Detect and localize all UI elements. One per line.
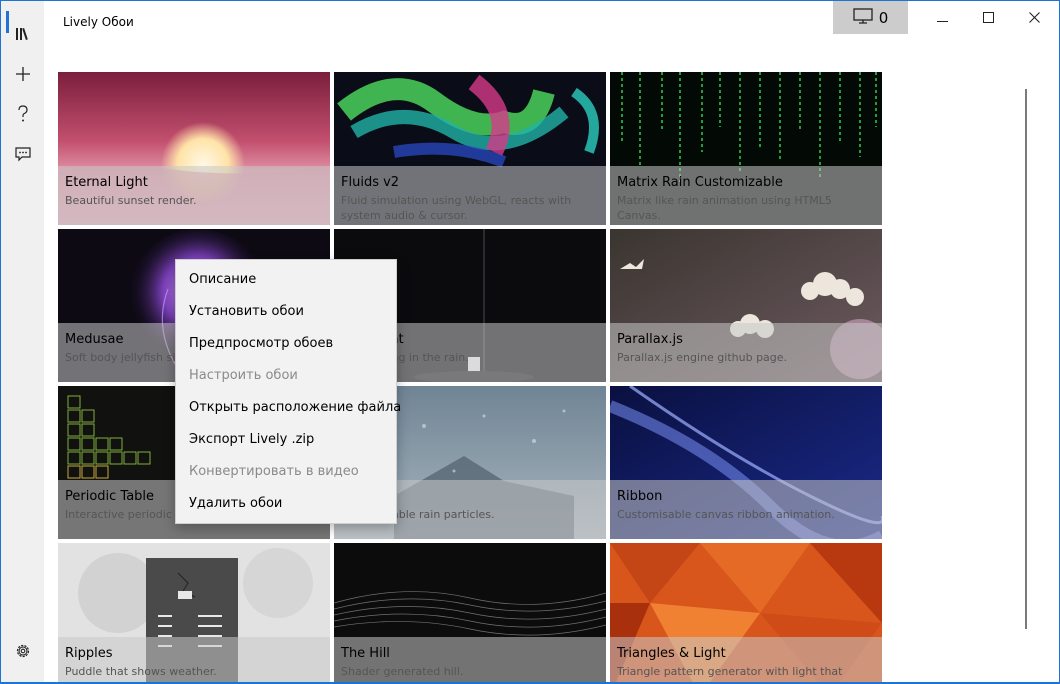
wallpaper-tile[interactable]: Triangles & Light Triangle pattern gener… [610, 543, 882, 682]
wallpaper-tile[interactable]: Fluids v2 Fluid simulation using WebGL, … [334, 72, 606, 225]
tile-title: Ripples [65, 646, 113, 661]
minimize-icon [936, 8, 948, 27]
app-window: Lively Обои 0 Eternal Light Beautiful su… [1, 1, 1059, 682]
library-icon [15, 27, 31, 41]
tile-caption: Ribbon Customisable canvas ribbon animat… [610, 480, 882, 539]
sidebar-item-add[interactable] [1, 54, 44, 94]
feedback-icon [14, 146, 31, 162]
sidebar [1, 1, 44, 682]
wallpaper-tile[interactable]: Ribbon Customisable canvas ribbon animat… [610, 386, 882, 539]
menu-item-export-zip[interactable]: Экспорт Lively .zip [176, 424, 396, 456]
tile-description: Fluid simulation using WebGL, reacts wit… [341, 194, 572, 222]
wallpaper-tile[interactable]: Parallax.js Parallax.js engine github pa… [610, 229, 882, 382]
tile-description: Beautiful sunset render. [65, 194, 197, 207]
sidebar-item-library[interactable] [1, 14, 44, 54]
tile-title: Ribbon [617, 489, 663, 504]
help-icon [17, 105, 29, 123]
tile-caption: Fluids v2 Fluid simulation using WebGL, … [334, 166, 606, 225]
sidebar-item-settings[interactable] [1, 631, 44, 671]
minimize-button[interactable] [919, 1, 965, 34]
maximize-button[interactable] [965, 1, 1011, 34]
tile-caption: The Hill Shader generated hill. [334, 637, 606, 682]
tile-description: Parallax.js engine github page. [617, 351, 788, 364]
tile-title: The Hill [341, 646, 390, 661]
close-icon [1028, 8, 1040, 27]
monitor-count: 0 [878, 8, 889, 27]
sidebar-item-feedback[interactable] [1, 134, 44, 174]
wallpaper-tile[interactable]: Matrix Rain Customizable Matrix like rai… [610, 72, 882, 225]
tile-caption: Parallax.js Parallax.js engine github pa… [610, 323, 882, 382]
menu-item-set-wallpaper[interactable]: Установить обои [176, 296, 396, 328]
maximize-icon [982, 8, 994, 27]
tile-caption: Ripples Puddle that shows weather. [58, 637, 330, 682]
menu-item-customise: Настроить обои [189, 368, 298, 383]
tile-description: Customisable canvas ribbon animation. [617, 508, 835, 521]
menu-item-convert-video: Конвертировать в видео [189, 464, 359, 479]
scrollbar[interactable] [1025, 89, 1027, 629]
app-title: Lively Обои [63, 15, 134, 29]
wallpaper-tile[interactable]: The Hill Shader generated hill. [334, 543, 606, 682]
tile-title: Triangles & Light [617, 646, 726, 661]
tile-title: Matrix Rain Customizable [617, 175, 783, 190]
tile-description: Puddle that shows weather. [65, 665, 217, 678]
menu-item-open-location[interactable]: Открыть расположение файла [176, 392, 401, 424]
tile-title: Eternal Light [65, 175, 148, 190]
wallpaper-tile[interactable]: Ripples Puddle that shows weather. [58, 543, 330, 682]
gear-icon [14, 642, 32, 660]
sidebar-item-help[interactable] [1, 94, 44, 134]
tile-caption: Matrix Rain Customizable Matrix like rai… [610, 166, 882, 225]
tile-title: Parallax.js [617, 332, 683, 347]
tile-title: Fluids v2 [341, 175, 400, 190]
menu-item-delete[interactable]: Удалить обои [176, 488, 396, 520]
monitor-icon [853, 7, 873, 28]
menu-item-preview[interactable]: Предпросмотр обоев [176, 328, 396, 360]
context-menu: Описание Установить обои Предпросмотр об… [175, 259, 401, 524]
tile-caption: Triangles & Light Triangle pattern gener… [610, 637, 882, 682]
monitor-select-button[interactable]: 0 [833, 1, 908, 34]
tile-description: Shader generated hill. [341, 665, 464, 678]
tile-description: Matrix like rain animation using HTML5 C… [617, 194, 832, 222]
wallpaper-tile[interactable]: Eternal Light Beautiful sunset render. [58, 72, 330, 225]
tile-description: Triangle pattern generator with light th… [617, 665, 843, 682]
tile-caption: Eternal Light Beautiful sunset render. [58, 166, 330, 225]
close-button[interactable] [1011, 1, 1057, 34]
plus-icon [15, 66, 31, 82]
menu-item-about[interactable]: Описание [176, 264, 396, 296]
